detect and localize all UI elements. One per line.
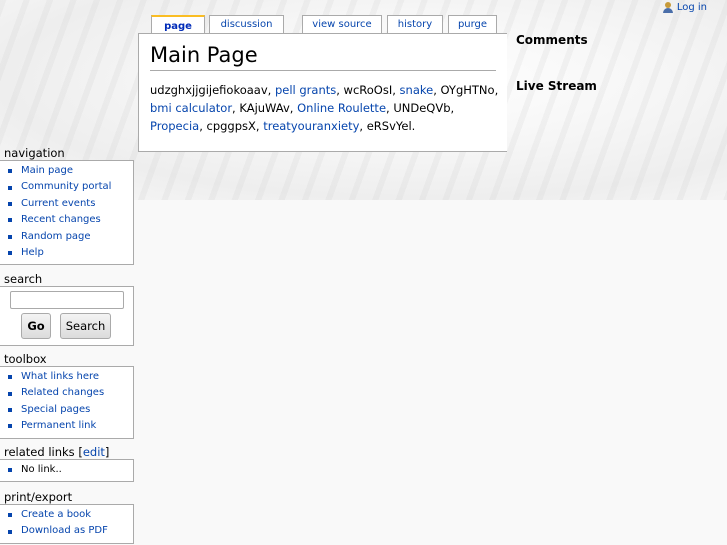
bullet-icon: [8, 424, 12, 429]
bullet-icon: [8, 169, 12, 174]
navigation-item[interactable]: Recent changes: [8, 212, 133, 228]
related-links-portlet: related links [edit] No link..: [0, 445, 134, 483]
related-links-list: No link..: [0, 462, 133, 478]
content-paragraph: udzghxjjgijefiokoaav, pell grants, wcRoO…: [150, 81, 500, 135]
search-buttons: Go Search: [21, 313, 133, 339]
page-title: Main Page: [150, 42, 496, 71]
content-link[interactable]: snake: [400, 83, 434, 97]
go-button[interactable]: Go: [21, 313, 51, 339]
user-icon: [662, 1, 673, 13]
related-links-item: No link..: [8, 462, 133, 478]
related-links-edit-link[interactable]: edit: [83, 445, 105, 459]
tab-page[interactable]: page: [151, 15, 205, 35]
tab-view-source[interactable]: view source: [302, 15, 382, 33]
tab-history[interactable]: history: [387, 15, 443, 33]
content-text: udzghxjjgijefiokoaav,: [150, 83, 275, 97]
content-text: , UNDeQVb,: [386, 101, 455, 115]
navigation-link[interactable]: Recent changes: [21, 212, 101, 228]
toolbox-portlet: toolbox What links here Related changes Sp…: [0, 352, 134, 439]
navigation-item[interactable]: Main page: [8, 163, 133, 179]
search-portlet: search Go Search: [0, 272, 134, 346]
toolbox-link[interactable]: Permanent link: [21, 418, 96, 434]
content-link[interactable]: bmi calculator: [150, 101, 232, 115]
search-button[interactable]: Search: [60, 313, 111, 339]
content-text: , eRSvYel.: [359, 119, 416, 133]
content-link[interactable]: Propecia: [150, 119, 199, 133]
bullet-icon: [8, 251, 12, 256]
bullet-icon: [8, 407, 12, 412]
tab-purge[interactable]: purge: [448, 15, 497, 33]
navigation-link[interactable]: Community portal: [21, 179, 111, 195]
search-body: Go Search: [0, 286, 134, 346]
navigation-item[interactable]: Community portal: [8, 179, 133, 195]
related-links-body: No link..: [0, 459, 134, 483]
print-export-body: Create a book Download as PDF: [0, 504, 134, 544]
print-export-link[interactable]: Download as PDF: [21, 523, 108, 539]
bullet-icon: [8, 513, 12, 518]
print-export-list: Create a book Download as PDF: [0, 507, 133, 540]
bullet-icon: [8, 468, 12, 473]
bullet-icon: [8, 234, 12, 239]
toolbox-item[interactable]: Permanent link: [8, 418, 133, 434]
navigation-item[interactable]: Help: [8, 245, 133, 261]
bullet-icon: [8, 201, 12, 206]
bullet-icon: [8, 218, 12, 223]
toolbox-item[interactable]: Related changes: [8, 385, 133, 401]
print-export-link[interactable]: Create a book: [21, 507, 91, 523]
toolbox-body: What links here Related changes Special pa…: [0, 366, 134, 439]
content-link[interactable]: pell grants: [275, 83, 336, 97]
navigation-heading: navigation: [4, 146, 65, 160]
toolbox-item[interactable]: Special pages: [8, 402, 133, 418]
related-links-heading: related links [edit]: [4, 445, 110, 459]
content-text: , KAjuWAv,: [232, 101, 298, 115]
search-input[interactable]: [10, 291, 124, 309]
toolbox-list: What links here Related changes Special pa…: [0, 369, 133, 435]
toolbox-link[interactable]: What links here: [21, 369, 99, 385]
navigation-item[interactable]: Random page: [8, 229, 133, 245]
login-link[interactable]: Log in: [677, 2, 707, 13]
navigation-body: Main page Community portal Current events R…: [0, 160, 134, 266]
search-heading: search: [4, 272, 43, 286]
bullet-icon: [8, 185, 12, 190]
print-export-item[interactable]: Download as PDF: [8, 523, 133, 539]
content-text: , OYgHTNo,: [433, 83, 499, 97]
personal-tools: Log in: [662, 0, 707, 14]
navigation-portlet: navigation Main page Community portal Curr…: [0, 146, 134, 266]
content-link[interactable]: treatyouranxiety: [263, 119, 359, 133]
navigation-link[interactable]: Current events: [21, 196, 95, 212]
comments-heading: Comments: [516, 33, 588, 47]
bullet-icon: [8, 529, 12, 534]
content-text: , wcRoOsI,: [336, 83, 400, 97]
print-export-item[interactable]: Create a book: [8, 507, 133, 523]
navigation-list: Main page Community portal Current events R…: [0, 163, 133, 261]
bullet-icon: [8, 375, 12, 380]
bullet-icon: [8, 391, 12, 396]
toolbox-heading: toolbox: [4, 352, 47, 366]
navigation-item[interactable]: Current events: [8, 196, 133, 212]
navigation-link[interactable]: Random page: [21, 229, 91, 245]
toolbox-link[interactable]: Related changes: [21, 385, 104, 401]
content-link[interactable]: Online Roulette: [297, 101, 386, 115]
toolbox-item[interactable]: What links here: [8, 369, 133, 385]
live-stream-heading: Live Stream: [516, 79, 597, 93]
print-export-portlet: print/export Create a book Download as PD…: [0, 490, 134, 544]
navigation-link[interactable]: Main page: [21, 163, 73, 179]
navigation-link[interactable]: Help: [21, 245, 44, 261]
tab-discussion[interactable]: discussion: [209, 15, 284, 33]
print-export-heading: print/export: [4, 490, 73, 504]
related-links-title: related links: [4, 445, 75, 459]
toolbox-link[interactable]: Special pages: [21, 402, 90, 418]
related-links-link: No link..: [21, 464, 62, 475]
content-area: Main Page udzghxjjgijefiokoaav, pell gra…: [138, 33, 507, 152]
content-text: , cpggpsX,: [199, 119, 264, 133]
